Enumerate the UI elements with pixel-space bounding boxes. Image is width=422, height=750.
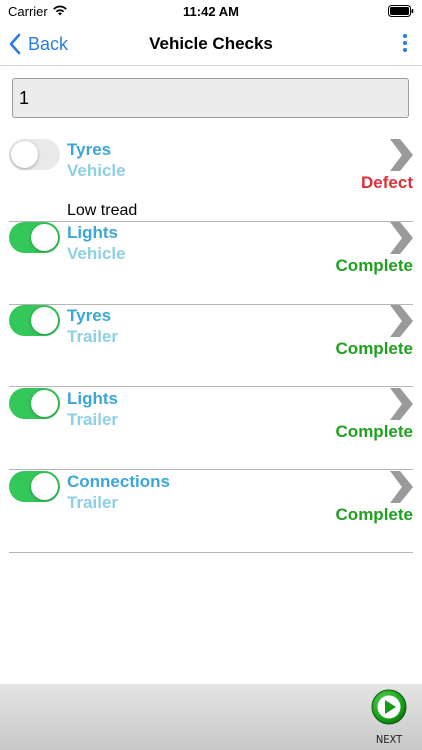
more-options-icon[interactable]	[400, 34, 410, 54]
check-title: Lights	[67, 389, 118, 408]
status-label: Complete	[335, 256, 413, 275]
next-arrow-icon[interactable]	[371, 689, 407, 725]
status-label: Complete	[335, 422, 413, 441]
row-divider	[9, 552, 413, 553]
check-row-connections-trailer[interactable]: Connections Trailer Complete	[0, 464, 422, 547]
chevron-right-icon[interactable]	[388, 387, 414, 421]
reference-input[interactable]	[12, 78, 409, 118]
check-subtitle: Vehicle	[67, 161, 126, 180]
check-toggle[interactable]	[9, 222, 60, 253]
check-title: Lights	[67, 223, 118, 242]
check-toggle[interactable]	[9, 388, 60, 419]
check-title: Connections	[67, 472, 170, 491]
check-row-lights-vehicle[interactable]: Lights Vehicle Complete	[0, 215, 422, 298]
status-bar: Carrier 11:42 AM	[0, 0, 422, 22]
check-row-lights-trailer[interactable]: Lights Trailer Complete	[0, 381, 422, 464]
navigation-bar: Back Vehicle Checks	[0, 22, 422, 66]
check-subtitle: Vehicle	[67, 244, 126, 263]
status-label: Complete	[335, 505, 413, 524]
status-label: Complete	[335, 339, 413, 358]
check-subtitle: Trailer	[67, 327, 119, 346]
check-title: Tyres	[67, 306, 112, 325]
check-title: Tyres	[67, 140, 112, 159]
chevron-right-icon[interactable]	[388, 304, 414, 338]
app-screen: Carrier 11:42 AM Back Vehicle Checks T	[0, 0, 422, 750]
check-subtitle: Trailer	[67, 410, 119, 429]
battery-icon	[388, 5, 414, 17]
check-toggle[interactable]	[9, 139, 60, 170]
check-toggle[interactable]	[9, 471, 60, 502]
chevron-right-icon[interactable]	[388, 138, 414, 172]
next-label: NEXT	[375, 733, 403, 746]
status-label: Defect	[361, 173, 413, 192]
clock: 11:42 AM	[183, 4, 239, 19]
check-row-tyres-vehicle[interactable]: Tyres Vehicle Defect Low tread	[0, 132, 422, 219]
check-row-tyres-trailer[interactable]: Tyres Trailer Complete	[0, 298, 422, 381]
check-toggle[interactable]	[9, 305, 60, 336]
bottom-toolbar	[0, 684, 422, 750]
page-title: Vehicle Checks	[149, 34, 273, 53]
check-subtitle: Trailer	[67, 493, 119, 512]
chevron-right-icon[interactable]	[388, 470, 414, 504]
chevron-right-icon[interactable]	[388, 221, 414, 255]
